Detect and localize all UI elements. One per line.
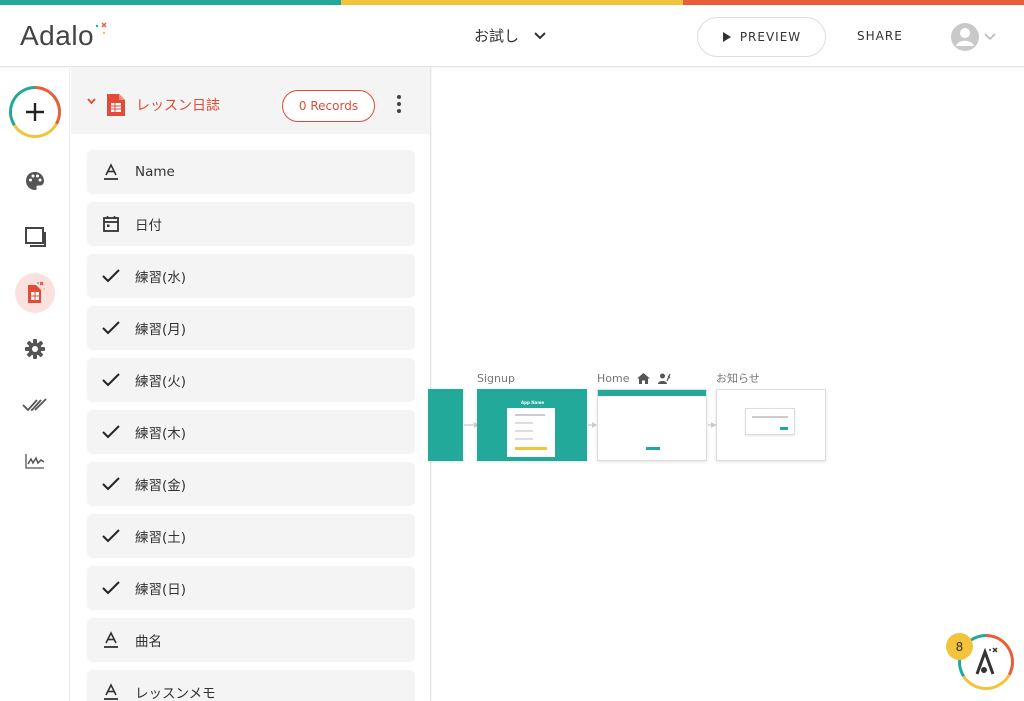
property-label: 練習(火): [135, 374, 187, 390]
branding-button[interactable]: [15, 161, 55, 201]
property-row[interactable]: 練習(日): [87, 566, 415, 610]
property-row[interactable]: 練習(火): [87, 358, 415, 402]
settings-button[interactable]: [15, 329, 55, 369]
property-row[interactable]: 練習(金): [87, 462, 415, 506]
check-icon: [87, 528, 135, 544]
property-label: 練習(水): [135, 270, 187, 286]
property-label: 日付: [135, 218, 162, 234]
collection-title: レッスン日誌: [136, 98, 220, 114]
app-name: お試し: [474, 27, 520, 45]
preview-label: PREVIEW: [739, 30, 802, 44]
screen-label[interactable]: お知らせ: [716, 370, 760, 386]
property-row[interactable]: 練習(木): [87, 410, 415, 454]
account-menu[interactable]: [950, 22, 996, 52]
analytics-icon: [25, 454, 45, 469]
preview-button[interactable]: PREVIEW: [697, 17, 826, 57]
property-row[interactable]: 日付: [87, 202, 415, 246]
avatar-icon: [951, 23, 979, 51]
share-button[interactable]: SHARE: [857, 29, 903, 43]
calendar-icon: [87, 215, 135, 233]
app-canvas[interactable]: Signup App Name Home お知らせ: [428, 68, 1024, 701]
property-row[interactable]: 曲名: [87, 618, 415, 662]
screen-label[interactable]: Home: [597, 372, 672, 385]
left-toolbar: [0, 68, 70, 701]
publish-button[interactable]: [15, 385, 55, 425]
database-panel: レッスン日誌 0 Records Name 日付練習(水) 練習(月) 練習(火) 練習…: [71, 68, 431, 701]
analytics-button[interactable]: [15, 441, 55, 481]
collapse-chevron-icon[interactable]: [87, 98, 96, 105]
text-icon: [87, 163, 135, 181]
add-component-button[interactable]: [9, 86, 61, 138]
screen-thumbnail-notice[interactable]: [716, 389, 826, 461]
screen-thumbnail-signup[interactable]: App Name: [477, 389, 587, 461]
home-icon: [637, 373, 651, 384]
property-row[interactable]: Name: [87, 150, 415, 194]
adalo-logo[interactable]: Adalo: [20, 20, 107, 52]
property-row[interactable]: 練習(土): [87, 514, 415, 558]
text-icon: [87, 631, 135, 649]
screen-thumbnail-home[interactable]: [597, 389, 707, 461]
check-icon: [87, 372, 135, 388]
signup-preview-title: App Name: [521, 400, 545, 405]
signup-form-preview: [507, 408, 555, 457]
records-button[interactable]: 0 Records: [282, 90, 375, 122]
adalo-a-icon: [975, 647, 998, 675]
property-label: 練習(木): [135, 426, 187, 442]
publish-check-icon: [22, 398, 47, 412]
screens-icon: [25, 227, 46, 247]
screens-button[interactable]: [15, 217, 55, 257]
collection-header[interactable]: レッスン日誌 0 Records: [71, 68, 430, 134]
more-options-icon[interactable]: [395, 95, 403, 117]
plus-icon: [26, 103, 44, 121]
palette-icon: [26, 172, 44, 190]
property-label: 曲名: [135, 634, 162, 650]
screen-thumbnail[interactable]: [428, 389, 463, 461]
screen-label[interactable]: Signup: [477, 372, 515, 385]
collection-table-icon: [107, 94, 125, 116]
text-icon: [87, 683, 135, 701]
property-row[interactable]: 練習(月): [87, 306, 415, 350]
property-label: 練習(日): [135, 582, 187, 598]
property-label: レッスンメモ: [135, 686, 216, 701]
database-icon: [28, 281, 45, 303]
check-icon: [87, 476, 135, 492]
property-label: 練習(土): [135, 530, 187, 546]
gear-icon: [25, 339, 45, 359]
play-icon: [722, 32, 731, 42]
check-icon: [87, 268, 135, 284]
logo-text: Adalo: [20, 20, 95, 51]
notification-badge: 8: [946, 633, 973, 660]
property-row[interactable]: 練習(水): [87, 254, 415, 298]
check-icon: [87, 424, 135, 440]
app-switcher[interactable]: お試し: [474, 25, 547, 46]
property-label: Name: [135, 164, 175, 180]
chevron-down-icon: [534, 31, 546, 39]
property-label: 練習(金): [135, 478, 187, 494]
property-row[interactable]: レッスンメモ: [87, 670, 415, 701]
property-label: 練習(月): [135, 322, 187, 338]
database-button[interactable]: [15, 273, 55, 313]
check-icon: [87, 320, 135, 336]
check-icon: [87, 580, 135, 596]
logo-sparkle-icon: [95, 22, 107, 35]
property-list: Name 日付練習(水) 練習(月) 練習(火) 練習(木) 練習(金) 練習(土) 練習(日…: [87, 150, 415, 701]
chevron-down-icon: [984, 33, 996, 41]
user-access-icon: [658, 373, 672, 384]
top-header: Adalo お試し PREVIEW SHARE: [0, 5, 1024, 67]
